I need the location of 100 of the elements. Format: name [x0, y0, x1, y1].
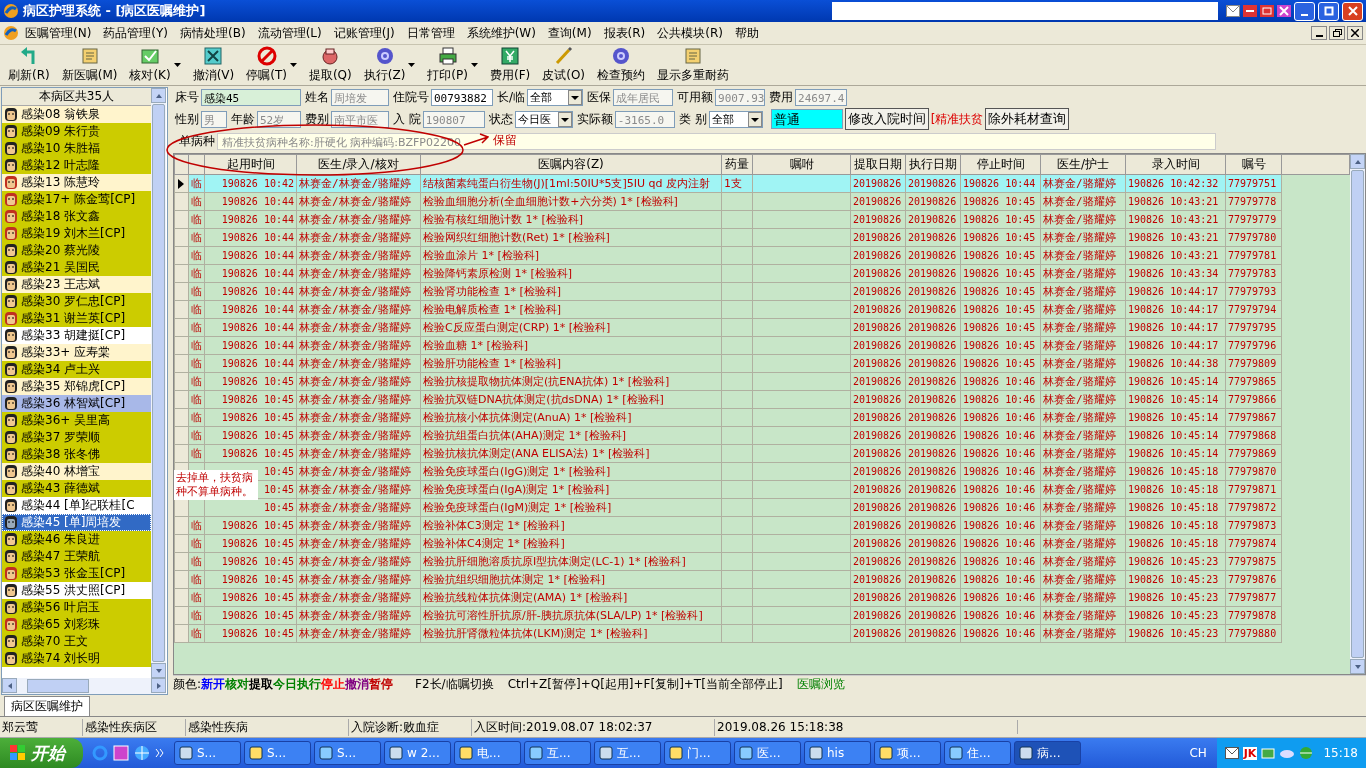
column-header[interactable]: 起用时间: [204, 154, 297, 175]
patient-item[interactable]: 感染38 张冬佛: [2, 446, 151, 463]
dropdown-field[interactable]: 今日医: [514, 110, 573, 128]
browser-icon[interactable]: [92, 745, 108, 761]
tab[interactable]: 病区医嘱维护: [4, 696, 90, 716]
toolbar-button[interactable]: 停嘱(T): [240, 45, 303, 85]
patient-item[interactable]: 感染53 张金玉[CP]: [2, 565, 151, 582]
patient-item[interactable]: 感染43 薛德斌: [2, 480, 151, 497]
patient-item[interactable]: 感染47 王荣航: [2, 548, 151, 565]
taskbar-button[interactable]: 电...: [454, 741, 521, 765]
toolbar-button[interactable]: 提取(Q): [302, 45, 358, 85]
column-header[interactable]: 录入时间: [1125, 154, 1226, 175]
patient-item[interactable]: 感染36+ 吴里高: [2, 412, 151, 429]
menu-item[interactable]: 流动管理(L): [251, 24, 328, 42]
input-field[interactable]: 普通: [770, 109, 843, 129]
toolbar-button[interactable]: 核对(K): [123, 45, 187, 85]
patient-item[interactable]: 感染34 卢土兴: [2, 361, 151, 378]
patient-item[interactable]: 感染12 叶志隆: [2, 157, 151, 174]
patient-item[interactable]: 感染09 朱行贵: [2, 123, 151, 140]
restore-button[interactable]: [1329, 26, 1345, 40]
menu-item[interactable]: 报表(R): [597, 24, 652, 42]
menu-item[interactable]: 系统维护(W): [460, 24, 542, 42]
patient-item[interactable]: 感染23 王志斌: [2, 276, 151, 293]
toolbar-button[interactable]: 执行(Z): [357, 45, 422, 85]
column-header[interactable]: 嘱号: [1225, 154, 1282, 175]
picture-icon[interactable]: [113, 745, 129, 761]
close-button[interactable]: [1347, 26, 1363, 40]
patient-item[interactable]: 感染30 罗仁忠[CP]: [2, 293, 151, 310]
globe-icon[interactable]: [1299, 746, 1314, 760]
taskbar-button[interactable]: S...: [314, 741, 381, 765]
column-header[interactable]: 停止时间: [960, 154, 1041, 175]
patient-item[interactable]: 感染36 林智斌[CP]: [2, 395, 151, 412]
vertical-scrollbar[interactable]: [1350, 154, 1365, 674]
toolbar-button[interactable]: 刷新(R): [2, 45, 56, 85]
taskbar-button[interactable]: 互...: [594, 741, 661, 765]
toolbar-button[interactable]: 新医嘱(M): [55, 45, 124, 85]
form-button[interactable]: 修改入院时间: [844, 108, 929, 130]
patient-item[interactable]: 感染08 翁铁泉: [2, 106, 151, 123]
toolbar-button[interactable]: 打印(P): [421, 45, 484, 85]
patient-item[interactable]: 感染17+ 陈金莺[CP]: [2, 191, 151, 208]
horizontal-scrollbar[interactable]: [2, 678, 166, 694]
patient-item[interactable]: 感染56 叶启玉: [2, 599, 151, 616]
patient-item[interactable]: 感染35 郑锦虎[CP]: [2, 378, 151, 395]
menu-item[interactable]: 药品管理(Y): [97, 24, 175, 42]
taskbar-button[interactable]: his: [804, 741, 871, 765]
column-header[interactable]: 医生/护士: [1040, 154, 1126, 175]
patient-item[interactable]: 感染40 林增宝: [2, 463, 151, 480]
menu-item[interactable]: 帮助: [729, 24, 765, 42]
menu-item[interactable]: 医嘱管理(N): [19, 24, 98, 42]
column-header[interactable]: 药量: [721, 154, 753, 175]
menu-item[interactable]: 日常管理: [400, 24, 461, 42]
patient-item[interactable]: 感染33+ 应寿棠: [2, 344, 151, 361]
globe-icon[interactable]: [134, 745, 150, 761]
tray-label[interactable]: JK: [1242, 746, 1258, 760]
input-field[interactable]: 00793882: [431, 88, 493, 106]
column-header[interactable]: 嘱咐: [752, 154, 851, 175]
patient-item[interactable]: 感染10 朱胜福: [2, 140, 151, 157]
taskbar-button[interactable]: w 2...: [384, 741, 451, 765]
patient-item[interactable]: 感染65 刘彩珠: [2, 616, 151, 633]
dropdown-caret-icon[interactable]: [470, 63, 478, 67]
patient-item[interactable]: 感染45 [单]周培发: [2, 514, 151, 531]
dropdown-caret-icon[interactable]: [289, 63, 297, 67]
minimize-button[interactable]: [1311, 26, 1327, 40]
dropdown-field[interactable]: 全部: [708, 110, 763, 128]
column-header[interactable]: 医生/录入/核对: [296, 154, 421, 175]
patient-item[interactable]: 感染74 刘长明: [2, 650, 151, 667]
toolbar-button[interactable]: 费用(F): [483, 45, 537, 85]
patient-item[interactable]: 感染21 吴国民: [2, 259, 151, 276]
column-header[interactable]: 医嘱内容(Z): [420, 154, 722, 175]
taskbar-button[interactable]: 病...: [1014, 741, 1081, 765]
patient-item[interactable]: 感染46 朱良进: [2, 531, 151, 548]
taskbar-button[interactable]: 项...: [874, 741, 941, 765]
network-icon[interactable]: [1261, 746, 1276, 760]
taskbar-button[interactable]: 医...: [734, 741, 801, 765]
patient-item[interactable]: 感染70 王文: [2, 633, 151, 650]
toolbar-button[interactable]: 撤消(V): [186, 45, 241, 85]
patient-item[interactable]: 感染13 陈慧玲: [2, 174, 151, 191]
dropdown-caret-icon[interactable]: [173, 63, 181, 67]
taskbar-button[interactable]: S...: [174, 741, 241, 765]
patient-item[interactable]: 感染20 蔡光陵: [2, 242, 151, 259]
language-indicator[interactable]: CH: [1179, 746, 1217, 760]
dropdown-caret-icon[interactable]: [408, 63, 416, 67]
input-field[interactable]: 感染45: [201, 88, 301, 106]
taskbar-button[interactable]: 互...: [524, 741, 591, 765]
toolbar-button[interactable]: 皮试(O): [536, 45, 592, 85]
vertical-scrollbar[interactable]: [151, 88, 166, 678]
chevron-icon[interactable]: [155, 748, 165, 758]
menu-item[interactable]: 查询(M): [541, 24, 598, 42]
browse-link[interactable]: 医嘱浏览: [796, 676, 845, 693]
taskbar-button[interactable]: S...: [244, 741, 311, 765]
cloud-icon[interactable]: [1279, 747, 1296, 759]
menu-item[interactable]: 公共模块(R): [651, 24, 729, 42]
maximize-button[interactable]: [1318, 1, 1339, 21]
dropdown-field[interactable]: 全部: [527, 88, 584, 106]
taskbar-button[interactable]: 住...: [944, 741, 1011, 765]
patient-item[interactable]: 感染19 刘木兰[CP]: [2, 225, 151, 242]
mail-icon[interactable]: [1224, 747, 1239, 759]
toolbar-button[interactable]: 显示多重耐药: [651, 45, 736, 85]
patient-item[interactable]: 感染37 罗荣顺: [2, 429, 151, 446]
form-button[interactable]: 除外耗材查询: [985, 108, 1070, 130]
